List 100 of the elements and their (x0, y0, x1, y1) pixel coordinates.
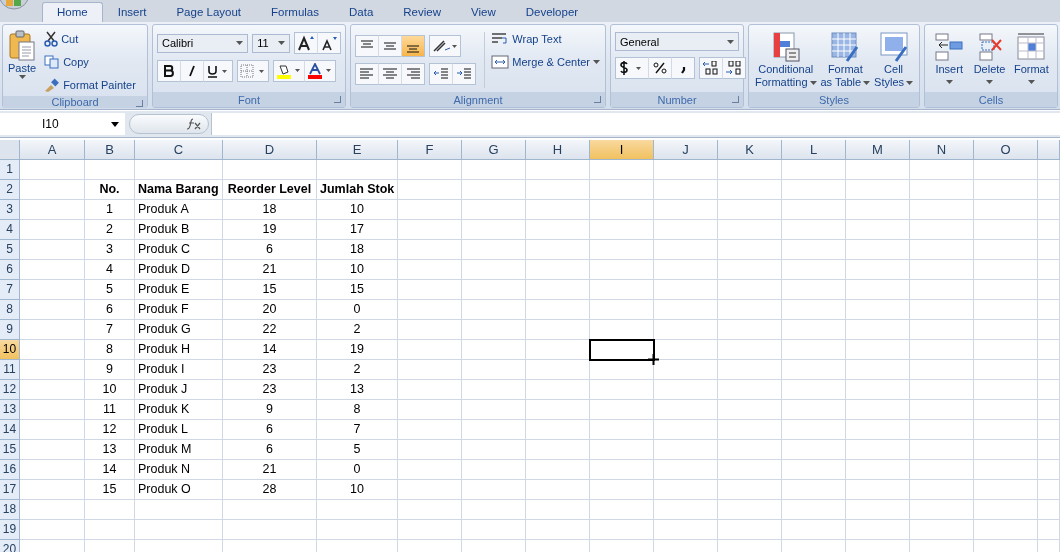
grid-cell[interactable] (1038, 280, 1060, 300)
grid-cell[interactable] (654, 380, 718, 400)
grid-cell[interactable] (654, 480, 718, 500)
grid-cell[interactable]: Produk L (135, 420, 223, 440)
grid-cell[interactable] (20, 500, 85, 520)
grid-cell[interactable]: 1 (85, 200, 135, 220)
grid-cell[interactable] (654, 420, 718, 440)
grid-cell[interactable]: 12 (85, 420, 135, 440)
grid-cell[interactable]: 18 (223, 200, 317, 220)
grid-cell[interactable] (462, 340, 526, 360)
grid-cell[interactable] (526, 300, 590, 320)
grid-cell[interactable] (462, 180, 526, 200)
grid-cell[interactable] (1038, 480, 1060, 500)
row-header[interactable]: 5 (0, 240, 20, 260)
font-name-dropdown[interactable]: Calibri (157, 33, 249, 53)
grid-cell[interactable] (20, 480, 85, 500)
grid-cell[interactable]: 10 (85, 380, 135, 400)
grid-cell[interactable]: 3 (85, 240, 135, 260)
grid-cell[interactable] (910, 400, 974, 420)
grid-cell[interactable] (782, 380, 846, 400)
ribbon-tab[interactable]: Data (334, 2, 389, 22)
grid-cell[interactable] (910, 180, 974, 200)
grid-cell[interactable] (718, 380, 782, 400)
grid-cell[interactable] (590, 280, 654, 300)
align-left-button[interactable] (355, 63, 379, 85)
grid-cell[interactable] (974, 480, 1038, 500)
grid-cell[interactable] (910, 480, 974, 500)
grid-cell[interactable] (782, 520, 846, 540)
grid-cell[interactable]: 21 (223, 460, 317, 480)
grid-cell[interactable] (526, 500, 590, 520)
grid-cell[interactable] (590, 440, 654, 460)
grid-cell[interactable] (654, 220, 718, 240)
grid-cell[interactable] (526, 360, 590, 380)
conditional-button[interactable]: Conditional Formatting (753, 29, 818, 92)
grid-cell[interactable] (1038, 500, 1060, 520)
grid-cell[interactable] (974, 420, 1038, 440)
grow-font-button[interactable] (294, 32, 318, 54)
grid-cell[interactable] (526, 400, 590, 420)
cut-button[interactable]: Cut (43, 28, 137, 50)
grid-cell[interactable] (782, 340, 846, 360)
grid-cell[interactable]: Produk M (135, 440, 223, 460)
grid-cell[interactable] (317, 520, 398, 540)
grid-cell[interactable] (590, 420, 654, 440)
grid-cell[interactable] (398, 300, 462, 320)
grid-cell[interactable]: Produk C (135, 240, 223, 260)
grid-cell[interactable] (846, 280, 910, 300)
grid-cell[interactable]: 10 (317, 260, 398, 280)
grid-cell[interactable] (974, 360, 1038, 380)
grid-cell[interactable] (85, 160, 135, 180)
row-header[interactable]: 3 (0, 200, 20, 220)
insert-function-icon[interactable] (186, 117, 202, 131)
grid-cell[interactable]: 6 (223, 420, 317, 440)
grid-cell[interactable] (910, 240, 974, 260)
grid-cell[interactable] (20, 300, 85, 320)
vertical-align-button[interactable] (355, 35, 379, 57)
grid-cell[interactable] (462, 300, 526, 320)
grid-cell[interactable] (782, 160, 846, 180)
grid-cell[interactable] (398, 240, 462, 260)
ribbon-tab[interactable]: Home (42, 2, 103, 22)
increase-decimal-button[interactable] (699, 57, 723, 79)
row-header[interactable]: 16 (0, 460, 20, 480)
grid-cell[interactable] (1038, 220, 1060, 240)
grid-cell[interactable] (590, 200, 654, 220)
grid-cell[interactable] (398, 220, 462, 240)
comma-format-button[interactable] (671, 57, 695, 79)
grid-cell[interactable] (398, 320, 462, 340)
grid-cell[interactable]: Produk D (135, 260, 223, 280)
grid-cell[interactable]: Produk G (135, 320, 223, 340)
column-header[interactable]: D (223, 140, 317, 160)
grid-cell[interactable] (20, 440, 85, 460)
ribbon-tab[interactable]: View (456, 2, 511, 22)
grid-cell[interactable] (398, 380, 462, 400)
grid-cell[interactable] (974, 440, 1038, 460)
table-button[interactable]: Format as Table (819, 29, 872, 92)
grid-cell[interactable]: 7 (85, 320, 135, 340)
ribbon-tab[interactable]: Developer (510, 2, 594, 22)
column-header[interactable] (1038, 140, 1060, 160)
grid-cell[interactable] (782, 420, 846, 440)
grid-cell[interactable]: 5 (317, 440, 398, 460)
grid-cell[interactable]: 15 (317, 280, 398, 300)
grid-cell[interactable] (526, 380, 590, 400)
formula-field[interactable] (211, 113, 1060, 135)
column-header[interactable]: J (654, 140, 718, 160)
grid-cell[interactable] (462, 440, 526, 460)
column-header[interactable]: G (462, 140, 526, 160)
grid-cell[interactable] (718, 160, 782, 180)
grid-cell[interactable] (1038, 240, 1060, 260)
grid-cell[interactable]: 6 (223, 440, 317, 460)
grid-cell[interactable] (398, 180, 462, 200)
grid-cell[interactable] (910, 300, 974, 320)
grid-cell[interactable]: 2 (85, 220, 135, 240)
grid-cell[interactable] (846, 220, 910, 240)
grid-cell[interactable] (846, 380, 910, 400)
grid-cell[interactable] (1038, 520, 1060, 540)
grid-cell[interactable] (526, 280, 590, 300)
grid-cell[interactable] (20, 240, 85, 260)
grid-cell[interactable] (223, 500, 317, 520)
grid-cell[interactable] (718, 420, 782, 440)
grid-cell[interactable] (974, 400, 1038, 420)
grid-cell[interactable]: 4 (85, 260, 135, 280)
